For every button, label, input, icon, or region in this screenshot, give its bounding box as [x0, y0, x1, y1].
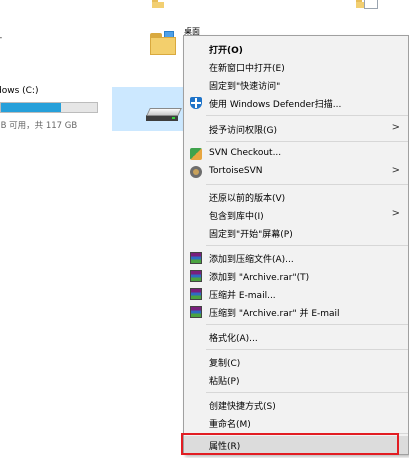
menu-item-grant-access[interactable]: 授予访问权限(G) >	[184, 120, 408, 138]
menu-item-copy[interactable]: 复制(C)	[184, 353, 408, 371]
menu-item-rename[interactable]: 重命名(M)	[184, 414, 408, 432]
submenu-arrow-icon: >	[391, 122, 400, 133]
menu-item-label: SVN Checkout...	[209, 148, 282, 158]
menu-item-open[interactable]: 打开(O)	[184, 40, 408, 58]
menu-item-label: 包含到库中(I)	[209, 212, 264, 222]
menu-item-label: 固定到"快速访问"	[209, 82, 281, 92]
menu-item-label: 创建快捷方式(S)	[209, 402, 276, 412]
menu-item-label: 使用 Windows Defender扫描...	[209, 100, 342, 110]
menu-separator	[206, 115, 408, 116]
menu-item-paste[interactable]: 粘贴(P)	[184, 371, 408, 389]
menu-item-tortoisesvn[interactable]: TortoiseSVN >	[184, 163, 408, 181]
menu-item-format[interactable]: 格式化(A)...	[184, 328, 408, 346]
menu-item-label: 还原以前的版本(V)	[209, 194, 286, 204]
desktop-folder-icon	[150, 31, 176, 55]
menu-item-add-archive[interactable]: 添加到压缩文件(A)...	[184, 249, 408, 267]
submenu-arrow-icon: >	[391, 165, 400, 176]
drive-usage-fill	[1, 103, 61, 112]
drive-usage-bar	[0, 102, 98, 113]
menu-item-label: 在新窗口中打开(E)	[209, 64, 285, 74]
menu-item-label: 压缩并 E-mail...	[209, 291, 276, 301]
menu-item-label: 粘贴(P)	[209, 377, 240, 387]
menu-item-pin-start[interactable]: 固定到"开始"屏幕(P)	[184, 224, 408, 242]
shield-icon	[190, 97, 202, 109]
menu-item-label: 重命名(M)	[209, 420, 251, 430]
menu-item-label: 固定到"开始"屏幕(P)	[209, 230, 293, 240]
submenu-arrow-icon: >	[391, 208, 400, 219]
menu-item-label: 压缩到 "Archive.rar" 并 E-mail	[209, 309, 340, 319]
menu-item-defender-scan[interactable]: 使用 Windows Defender扫描...	[184, 94, 408, 112]
menu-item-create-shortcut[interactable]: 创建快捷方式(S)	[184, 396, 408, 414]
menu-separator	[206, 392, 408, 393]
menu-item-label: 复制(C)	[209, 359, 241, 369]
menu-separator	[206, 141, 408, 142]
folder-icon	[152, 0, 166, 8]
winrar-icon	[190, 270, 202, 282]
menu-item-label: 授予访问权限(G)	[209, 126, 277, 136]
menu-item-label: 格式化(A)...	[209, 334, 258, 344]
menu-item-restore-versions[interactable]: 还原以前的版本(V)	[184, 188, 408, 206]
highlight-frame	[181, 433, 399, 455]
context-menu: 打开(O) 在新窗口中打开(E) 固定到"快速访问" 使用 Windows De…	[183, 35, 409, 455]
winrar-icon	[190, 288, 202, 300]
menu-item-svn-checkout[interactable]: SVN Checkout...	[184, 145, 408, 163]
folder-document-icon	[356, 0, 378, 9]
menu-item-compress-rar-email[interactable]: 压缩到 "Archive.rar" 并 E-mail	[184, 303, 408, 321]
desktop-folder[interactable]: 桌面	[146, 23, 200, 69]
drive-space-info: GB 可用，共 117 GB	[0, 121, 78, 131]
menu-item-label: 添加到 "Archive.rar"(T)	[209, 273, 310, 283]
menu-item-label: 打开(O)	[209, 46, 243, 56]
left-dash: -	[0, 33, 2, 43]
menu-item-include-library[interactable]: 包含到库中(I) >	[184, 206, 408, 224]
tortoisesvn-icon	[190, 166, 202, 178]
menu-separator	[206, 324, 408, 325]
menu-item-pin-quick-access[interactable]: 固定到"快速访问"	[184, 76, 408, 94]
menu-separator	[206, 349, 408, 350]
menu-item-label: 添加到压缩文件(A)...	[209, 255, 294, 265]
menu-item-add-archive-rar[interactable]: 添加到 "Archive.rar"(T)	[184, 267, 408, 285]
svn-checkout-icon	[190, 148, 202, 160]
menu-separator	[206, 184, 408, 185]
hard-drive-icon	[146, 108, 182, 122]
menu-item-compress-email[interactable]: 压缩并 E-mail...	[184, 285, 408, 303]
winrar-icon	[190, 252, 202, 264]
menu-item-open-new-window[interactable]: 在新窗口中打开(E)	[184, 58, 408, 76]
menu-separator	[206, 245, 408, 246]
winrar-icon	[190, 306, 202, 318]
drive-title[interactable]: dows (C:)	[0, 86, 38, 96]
menu-item-label: TortoiseSVN	[209, 166, 263, 176]
